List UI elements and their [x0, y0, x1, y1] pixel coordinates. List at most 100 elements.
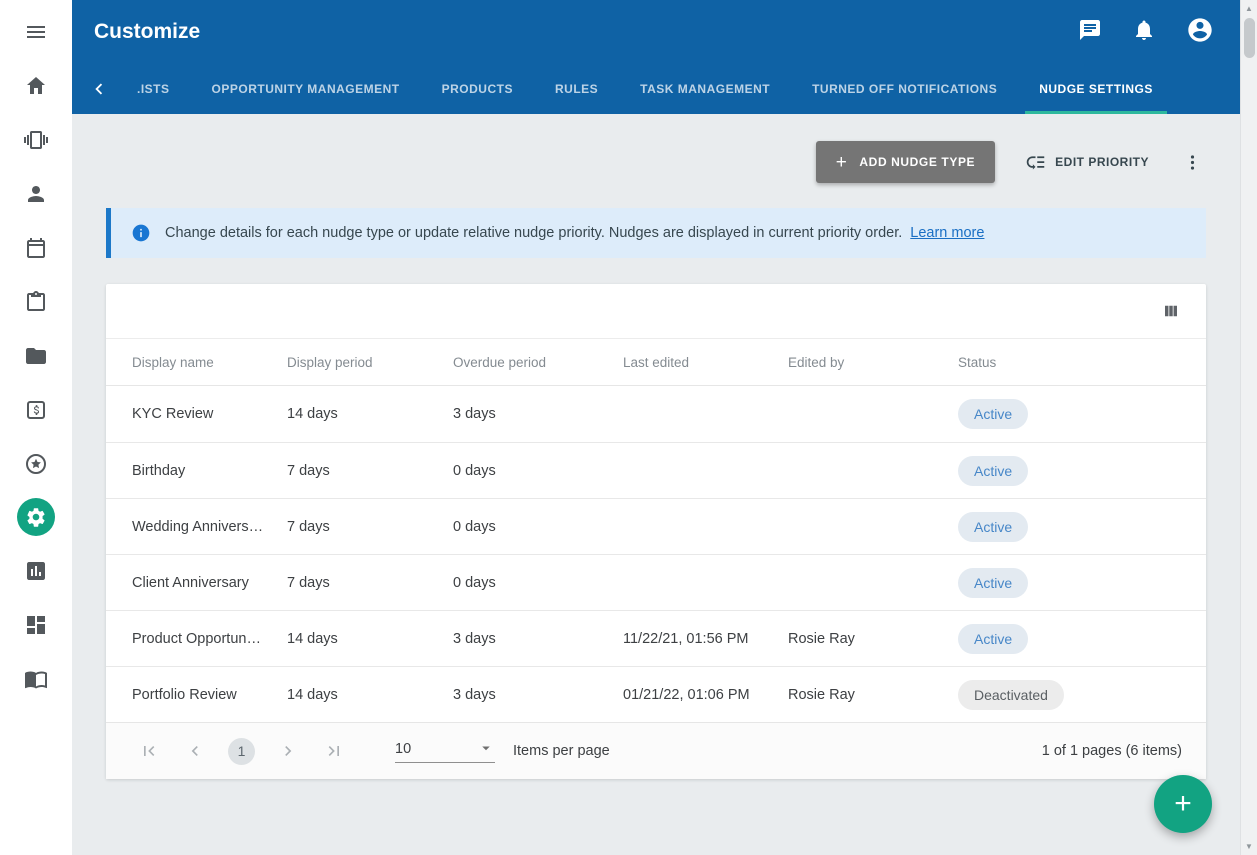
page-title: Customize [94, 20, 200, 44]
current-page-button[interactable]: 1 [228, 738, 255, 765]
add-nudge-type-label: ADD NUDGE TYPE [859, 155, 975, 169]
cell-display-period: 7 days [287, 463, 453, 479]
table-row[interactable]: Portfolio Review 14 days 3 days 01/21/22… [106, 666, 1206, 722]
column-picker-icon[interactable] [1158, 298, 1184, 324]
table-row[interactable]: Birthday 7 days 0 days Active [106, 442, 1206, 498]
pagination-bar: 1 10 Items per page 1 of 1 pages (6 item… [106, 722, 1206, 779]
scrollbar-thumb[interactable] [1244, 18, 1255, 58]
col-overdue-period[interactable]: Overdue period [453, 355, 623, 370]
edit-priority-label: EDIT PRIORITY [1055, 155, 1149, 169]
status-badge: Active [958, 512, 1028, 542]
scroll-up-icon[interactable]: ▲ [1241, 0, 1257, 17]
tab-rules[interactable]: RULES [541, 64, 612, 114]
info-banner: Change details for each nudge type or up… [106, 208, 1206, 258]
learn-more-link[interactable]: Learn more [910, 225, 984, 241]
scroll-down-icon[interactable]: ▼ [1241, 838, 1257, 855]
bell-icon[interactable] [1132, 18, 1156, 47]
cell-display-name: Wedding Annivers… [132, 519, 287, 535]
vertical-scrollbar[interactable]: ▲ ▼ [1240, 0, 1257, 855]
tasks-icon[interactable] [16, 282, 56, 322]
cell-display-name: Birthday [132, 463, 287, 479]
vibration-icon[interactable] [16, 120, 56, 160]
previous-page-icon[interactable] [182, 738, 208, 764]
chat-icon[interactable] [1078, 18, 1102, 47]
tab-lists[interactable]: .ISTS [123, 64, 184, 114]
calendar-icon[interactable] [16, 228, 56, 268]
tab-nudge-settings[interactable]: NUDGE SETTINGS [1025, 64, 1167, 114]
cell-display-period: 7 days [287, 519, 453, 535]
table-header-row: Display name Display period Overdue peri… [106, 338, 1206, 386]
content-area: + ADD NUDGE TYPE EDIT PRIORITY Change de… [72, 114, 1240, 855]
col-last-edited[interactable]: Last edited [623, 355, 788, 370]
items-per-page-value: 10 [395, 741, 411, 757]
col-status[interactable]: Status [958, 355, 1180, 370]
app-header: Customize [72, 0, 1240, 64]
cell-display-period: 14 days [287, 406, 453, 422]
add-nudge-type-button[interactable]: + ADD NUDGE TYPE [816, 141, 995, 183]
status-badge: Active [958, 568, 1028, 598]
status-badge: Active [958, 399, 1028, 429]
cell-overdue-period: 0 days [453, 519, 623, 535]
first-page-icon[interactable] [136, 738, 162, 764]
cell-overdue-period: 0 days [453, 463, 623, 479]
table-row[interactable]: Wedding Annivers… 7 days 0 days Active [106, 498, 1206, 554]
settings-icon[interactable] [17, 498, 55, 536]
cell-display-name: Product Opportun… [132, 631, 287, 647]
cell-display-name: KYC Review [132, 406, 287, 422]
cell-edited-by: Rosie Ray [788, 687, 958, 703]
plus-icon: + [1174, 789, 1192, 819]
table-row[interactable]: KYC Review 14 days 3 days Active [106, 386, 1206, 442]
tabs-back-chevron-icon[interactable] [82, 64, 116, 114]
table-row[interactable]: Product Opportun… 14 days 3 days 11/22/2… [106, 610, 1206, 666]
star-icon[interactable] [16, 444, 56, 484]
status-badge: Active [958, 456, 1028, 486]
book-icon[interactable] [16, 659, 56, 699]
cell-display-period: 7 days [287, 575, 453, 591]
next-page-icon[interactable] [275, 738, 301, 764]
app-window: Customize .ISTS OPPORTUNITY MANAGEMENT P… [0, 0, 1257, 855]
cell-display-period: 14 days [287, 687, 453, 703]
cell-display-name: Portfolio Review [132, 687, 287, 703]
info-icon [131, 223, 151, 243]
nudge-table-card: Display name Display period Overdue peri… [106, 284, 1206, 779]
person-icon[interactable] [16, 174, 56, 214]
cell-last-edited: 01/21/22, 01:06 PM [623, 687, 788, 703]
cell-overdue-period: 3 days [453, 631, 623, 647]
folder-icon[interactable] [16, 336, 56, 376]
account-icon[interactable] [1186, 16, 1214, 49]
chart-icon[interactable] [16, 551, 56, 591]
more-options-kebab-icon[interactable] [1179, 149, 1206, 176]
add-fab-button[interactable]: + [1154, 775, 1212, 833]
status-badge: Deactivated [958, 680, 1064, 710]
priority-icon [1025, 152, 1046, 173]
header-actions [1078, 16, 1214, 49]
edit-priority-button[interactable]: EDIT PRIORITY [1025, 152, 1149, 173]
table-toolbar [106, 284, 1206, 338]
banner-message: Change details for each nudge type or up… [165, 225, 984, 241]
status-badge: Active [958, 624, 1028, 654]
cell-overdue-period: 0 days [453, 575, 623, 591]
chevron-down-icon [477, 739, 495, 757]
dashboard-icon[interactable] [16, 605, 56, 645]
table-row[interactable]: Client Anniversary 7 days 0 days Active [106, 554, 1206, 610]
col-display-name[interactable]: Display name [132, 355, 287, 370]
tab-turned-off-notifications[interactable]: TURNED OFF NOTIFICATIONS [798, 64, 1011, 114]
col-display-period[interactable]: Display period [287, 355, 453, 370]
tab-bar: .ISTS OPPORTUNITY MANAGEMENT PRODUCTS RU… [72, 64, 1240, 114]
main-area: Customize .ISTS OPPORTUNITY MANAGEMENT P… [72, 0, 1240, 855]
plus-icon: + [836, 153, 848, 172]
home-icon[interactable] [16, 66, 56, 106]
actions-toolbar: + ADD NUDGE TYPE EDIT PRIORITY [106, 140, 1206, 184]
menu-icon[interactable] [16, 12, 56, 52]
col-edited-by[interactable]: Edited by [788, 355, 958, 370]
tab-task-management[interactable]: TASK MANAGEMENT [626, 64, 784, 114]
last-page-icon[interactable] [321, 738, 347, 764]
tab-opportunity-management[interactable]: OPPORTUNITY MANAGEMENT [198, 64, 414, 114]
cell-last-edited: 11/22/21, 01:56 PM [623, 631, 788, 647]
cell-display-name: Client Anniversary [132, 575, 287, 591]
items-per-page-select[interactable]: 10 [395, 739, 495, 763]
money-icon[interactable] [16, 390, 56, 430]
cell-overdue-period: 3 days [453, 687, 623, 703]
tab-products[interactable]: PRODUCTS [428, 64, 527, 114]
items-per-page-label: Items per page [513, 743, 610, 759]
